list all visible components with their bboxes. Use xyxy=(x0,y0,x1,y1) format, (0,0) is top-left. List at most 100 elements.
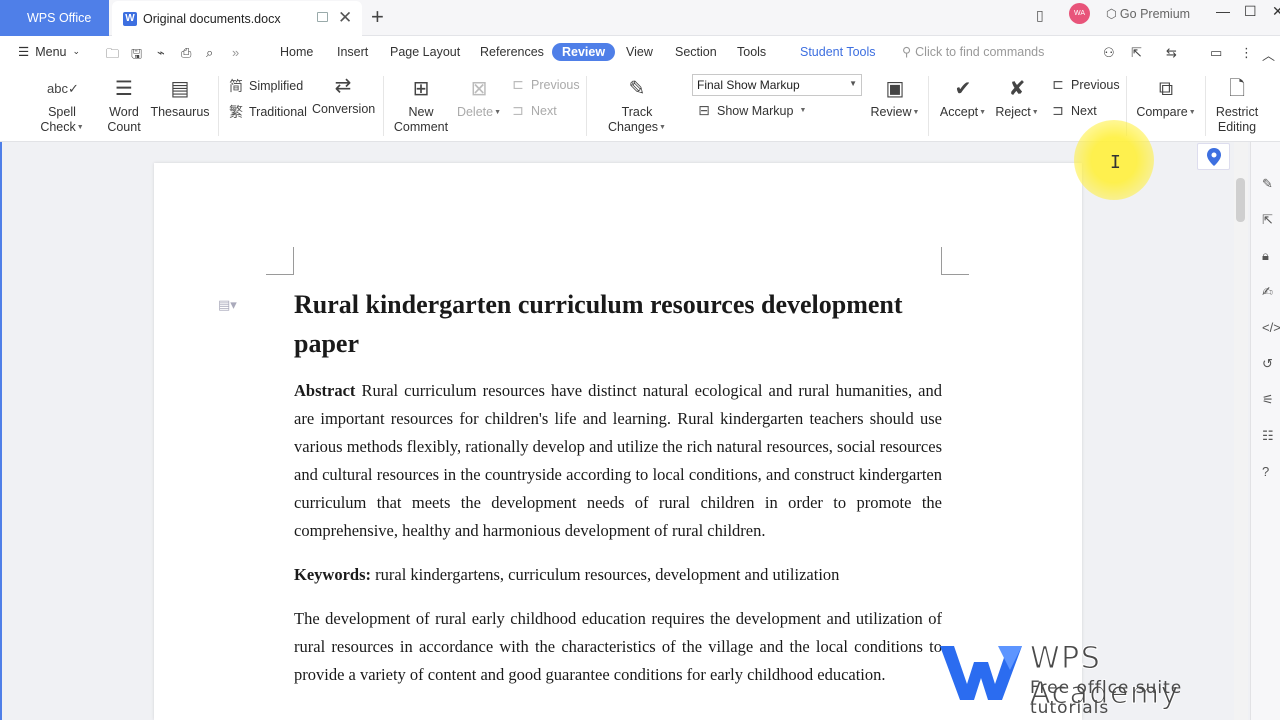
conversion-label: Conversion xyxy=(312,102,376,116)
markup-mode-select[interactable]: Final Show Markup ▼ xyxy=(692,74,862,96)
tab-insert[interactable]: Insert xyxy=(337,45,368,59)
comment-icon[interactable]: ▭ xyxy=(1210,45,1222,61)
reject-button[interactable]: ✘ Reject▼ xyxy=(994,76,1040,120)
conversion-icon: ⇄ xyxy=(334,75,352,97)
track-changes-button[interactable]: ✎ Track Changes▼ xyxy=(594,76,680,135)
review-pane-button[interactable]: ▣ Review▼ xyxy=(870,76,920,120)
pin-tab-icon[interactable] xyxy=(317,12,328,22)
format-painter-icon[interactable]: ⌁ xyxy=(157,45,165,61)
dropdown-caret-icon: ▼ xyxy=(799,107,807,114)
word-count-button[interactable]: ☰ Word Count xyxy=(104,76,144,135)
restrict-editing-button[interactable]: 🗋 Restrict Editing xyxy=(1212,76,1262,135)
dropdown-caret-icon: ▼ xyxy=(912,109,920,117)
menu-label: Menu xyxy=(35,44,67,59)
tab-section[interactable]: Section xyxy=(675,45,717,59)
margin-corner-mark xyxy=(266,247,294,275)
scrollbar-thumb[interactable] xyxy=(1236,178,1245,222)
list-panel-icon[interactable]: ☷ xyxy=(1262,428,1274,444)
show-markup-label: Show Markup xyxy=(717,103,794,118)
help-icon[interactable]: ? xyxy=(1262,464,1269,479)
document-tab[interactable]: W Original documents.docx ✕ xyxy=(112,1,362,36)
simplified-button[interactable]: 简 Simplified xyxy=(228,76,303,96)
go-premium-button[interactable]: ⬡ Go Premium xyxy=(1106,6,1190,22)
thesaurus-label: Thesaurus xyxy=(150,105,210,119)
previous-comment-icon: ⊏ xyxy=(512,76,524,92)
share-user-icon[interactable]: ⚇ xyxy=(1103,45,1115,61)
word-count-label-2: Count xyxy=(107,120,141,134)
previous-comment-button[interactable]: ⊏ Previous xyxy=(510,76,580,93)
tab-student-tools[interactable]: Student Tools xyxy=(800,45,876,59)
accept-button[interactable]: ✔ Accept▼ xyxy=(938,76,988,120)
paragraph-handle-icon[interactable]: ▤▾ xyxy=(218,297,237,313)
simplified-chinese-icon: 简 xyxy=(229,78,243,94)
tab-review[interactable]: Review xyxy=(552,43,616,61)
traditional-label: Traditional xyxy=(249,105,307,119)
tab-home[interactable]: Home xyxy=(280,45,313,59)
lock-icon[interactable]: 🔒︎ xyxy=(1262,248,1269,264)
show-markup-button[interactable]: ⊟ Show Markup ▼ xyxy=(696,102,806,119)
tab-view[interactable]: View xyxy=(626,45,653,59)
dropdown-caret-icon: ▼ xyxy=(659,124,666,132)
accept-label: Accept xyxy=(939,105,979,119)
print-preview-icon[interactable]: ⌕ xyxy=(206,45,213,61)
history-icon[interactable]: ↺ xyxy=(1262,356,1273,372)
thesaurus-button[interactable]: ▤ Thesaurus xyxy=(150,76,210,120)
delete-comment-icon: ⊠ xyxy=(470,78,488,100)
new-comment-label-1: New xyxy=(408,105,434,119)
abstract-paragraph: Abstract Rural curriculum resources have… xyxy=(294,377,942,545)
settings-sliders-icon[interactable]: ⚟ xyxy=(1262,392,1274,408)
close-tab-icon[interactable]: ✕ xyxy=(338,8,352,28)
conversion-button[interactable]: ⇄ Conversion xyxy=(312,73,376,117)
tab-references[interactable]: References xyxy=(480,45,544,59)
vertical-scrollbar[interactable] xyxy=(1234,142,1248,720)
edit-pen-icon[interactable]: ✎ xyxy=(1262,176,1273,192)
more-options-icon[interactable]: ⋮ xyxy=(1240,45,1253,61)
dropdown-caret-icon: ▼ xyxy=(76,124,84,132)
minimize-icon[interactable]: — xyxy=(1216,3,1230,19)
compare-button[interactable]: ⧉ Compare▼ xyxy=(1136,76,1196,120)
menu-button[interactable]: ☰ Menu ⌄ xyxy=(18,44,80,60)
collapse-ribbon-icon[interactable]: ︿ xyxy=(1262,45,1275,64)
select-cursor-icon[interactable]: ⇱ xyxy=(1262,212,1273,228)
next-comment-button[interactable]: ⊐ Next xyxy=(510,102,557,119)
document-tab-label: Original documents.docx xyxy=(143,11,281,26)
delete-comment-button[interactable]: ⊠ Delete▼ xyxy=(456,76,502,120)
tab-page-layout[interactable]: Page Layout xyxy=(390,45,460,59)
collaborate-icon[interactable]: ⇆ xyxy=(1166,45,1177,61)
keywords-text: rural kindergartens, curriculum resource… xyxy=(371,565,840,584)
document-body[interactable]: Rural kindergarten curriculum resources … xyxy=(294,285,942,705)
location-marker-button[interactable] xyxy=(1197,143,1230,170)
spell-check-button[interactable]: abc✓ Spell Check▼ xyxy=(26,76,98,135)
code-icon[interactable]: </> xyxy=(1262,320,1280,335)
signature-icon[interactable]: ✍ xyxy=(1262,284,1273,300)
new-tab-button[interactable]: + xyxy=(371,4,384,30)
command-search[interactable]: ⚲ Click to find commands xyxy=(902,44,1045,60)
document-page[interactable]: Rural kindergarten curriculum resources … xyxy=(154,163,1082,720)
avatar[interactable]: WA xyxy=(1069,3,1090,24)
save-icon[interactable]: 🖫 xyxy=(131,45,142,67)
margin-corner-mark xyxy=(941,247,969,275)
hamburger-icon: ☰ xyxy=(18,45,30,59)
open-folder-icon[interactable]: 🗀 xyxy=(106,45,119,67)
wps-office-tab[interactable]: WPS Office xyxy=(0,0,109,36)
review-pane-icon: ▣ xyxy=(885,78,905,100)
previous-change-button[interactable]: ⊏ Previous xyxy=(1050,76,1120,93)
close-window-icon[interactable]: ✕ xyxy=(1272,3,1280,20)
layout-icon[interactable]: ▯ xyxy=(1036,7,1044,24)
tab-tools[interactable]: Tools xyxy=(737,45,766,59)
previous-change-label: Previous xyxy=(1071,77,1120,92)
location-pin-icon xyxy=(1206,147,1221,166)
wps-office-tab-label: WPS Office xyxy=(27,11,92,25)
maximize-icon[interactable]: ☐ xyxy=(1244,3,1257,20)
more-icon[interactable]: » xyxy=(232,45,239,60)
abstract-text: Rural curriculum resources have distinct… xyxy=(294,381,942,540)
next-change-button[interactable]: ⊐ Next xyxy=(1050,102,1097,119)
new-comment-icon: ⊞ xyxy=(412,78,430,100)
traditional-button[interactable]: 繁 Traditional xyxy=(228,102,307,122)
ribbon-divider xyxy=(1205,76,1206,136)
share-icon[interactable]: ⇱ xyxy=(1131,45,1142,61)
command-search-placeholder: Click to find commands xyxy=(915,44,1045,59)
new-comment-button[interactable]: ⊞ New Comment xyxy=(392,76,450,135)
simplified-label: Simplified xyxy=(249,79,304,93)
print-icon[interactable]: ⎙ xyxy=(181,45,191,61)
